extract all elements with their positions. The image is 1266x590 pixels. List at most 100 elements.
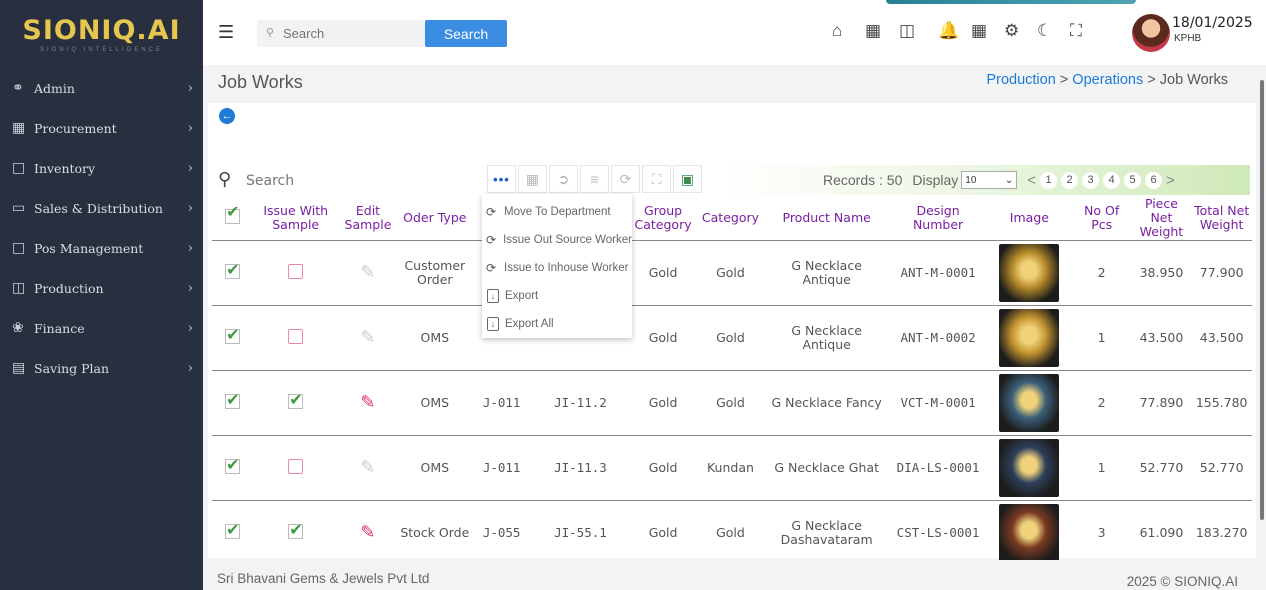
grid-apps-icon[interactable]: ▦ [865,21,881,41]
bell-icon[interactable]: 🔔 [938,21,959,41]
table-row[interactable]: ✎Stock OrdeJ-055JI-55.1GoldGoldG Necklac… [212,499,1252,565]
top-search-input[interactable] [257,20,425,47]
filter-icon[interactable]: ≡ [580,165,609,193]
page-4[interactable]: 4 [1103,171,1121,189]
header-piece-net-weight[interactable]: Piece Net Weight [1132,197,1192,240]
edit-sample-cell[interactable]: ✎ [338,369,398,435]
row-select-cell[interactable] [212,434,254,500]
menu-move-to-department[interactable]: ⟳ Move To Department [482,198,632,226]
header-design-number[interactable]: Design Number [889,197,987,240]
select-all-header[interactable] [212,197,253,240]
image-cell[interactable] [986,304,1072,370]
menu-issue-out-source-worker[interactable]: ⟳ Issue Out Source Worker [482,226,632,254]
page-6[interactable]: 6 [1145,171,1163,189]
edit-sample-cell[interactable]: ✎ [338,304,398,370]
header-image[interactable]: Image [987,197,1072,240]
hamburger-menu-icon[interactable]: ☰ [218,22,234,43]
column-chooser-icon[interactable]: ▦ [518,165,547,193]
edit-sample-cell[interactable]: ✎ [338,239,398,305]
ticket-icon[interactable]: ◫ [899,21,915,41]
header-product-name[interactable]: Product Name [764,197,889,240]
row-select-checkbox[interactable] [225,520,241,539]
issue-with-sample-cell[interactable] [253,369,339,435]
issue-with-sample-checkbox[interactable] [288,263,304,279]
sidebar-item-saving-plan[interactable]: ▤ Saving Plan › [0,348,203,388]
moon-icon[interactable]: ☾ [1037,21,1052,41]
issue-with-sample-checkbox[interactable] [288,328,304,344]
sidebar-item-production[interactable]: ◫ Production › [0,268,203,308]
row-select-checkbox[interactable] [225,260,241,279]
sidebar-item-admin[interactable]: ⚭ Admin › [0,68,203,108]
product-thumbnail[interactable] [999,243,1060,302]
table-row[interactable]: ✎OMSJ-011JI-11.2GoldGoldG Necklace Fancy… [212,369,1252,435]
breadcrumb-production[interactable]: Production [986,72,1055,88]
page-3[interactable]: 3 [1082,171,1100,189]
pencil-icon[interactable]: ✎ [360,392,375,413]
home-icon[interactable]: ⌂ [832,21,842,41]
more-options-button[interactable]: ••• [487,165,516,193]
row-select-cell[interactable] [212,304,254,370]
header-category[interactable]: Category [697,197,764,240]
table-row[interactable]: ✎Customer OrderGoldGoldG Necklace Antiqu… [212,239,1252,305]
top-search-button[interactable]: Search [425,20,507,47]
header-no-of-pcs[interactable]: No Of Pcs [1072,197,1132,240]
row-select-cell[interactable] [212,239,254,305]
apps-icon[interactable]: ▦ [971,21,987,41]
sidebar-item-sales-distribution[interactable]: ▭ Sales & Distribution › [0,188,203,228]
header-total-net-weight[interactable]: Total Net Weight [1191,197,1252,240]
brand-logo[interactable]: SIONIQ.AI SIONIQ INTELLIGENCE [0,0,203,68]
row-select-checkbox[interactable] [225,455,241,474]
pencil-icon[interactable]: ✎ [360,457,375,478]
issue-with-sample-checkbox[interactable] [288,520,304,539]
product-thumbnail[interactable] [999,503,1060,562]
fullscreen-icon[interactable]: ⛶ [1070,21,1082,41]
pin-icon[interactable]: ➲ [549,165,578,193]
table-row[interactable]: ✎ OMSJ-011JI-11.3GoldKundanG Necklace Gha… [212,434,1252,500]
page-1[interactable]: 1 [1040,171,1058,189]
edit-sample-cell[interactable]: ✎ [338,499,398,565]
edit-sample-cell[interactable]: ✎ [338,434,398,500]
page-2[interactable]: 2 [1061,171,1079,189]
image-cell[interactable] [986,369,1072,435]
header-order-type[interactable]: Oder Type [398,197,472,240]
product-thumbnail[interactable] [999,308,1060,367]
display-page-size-select[interactable]: 10 ⌄ [961,171,1018,189]
menu-export[interactable]: ↓ Export [482,282,632,310]
sidebar-item-pos-management[interactable]: □ Pos Management › [0,228,203,268]
page-scrollbar[interactable] [1260,80,1264,520]
row-select-cell[interactable] [212,499,254,565]
sidebar-item-finance[interactable]: ❀ Finance › [0,308,203,348]
issue-with-sample-cell[interactable] [253,499,339,565]
row-select-checkbox[interactable] [225,325,241,344]
pencil-icon[interactable]: ✎ [360,327,375,348]
page-5[interactable]: 5 [1124,171,1142,189]
menu-export-all[interactable]: ↓ Export All [482,310,632,338]
grid-search-input[interactable] [246,168,476,194]
image-view-icon[interactable]: ▣ [673,165,702,193]
avatar[interactable] [1132,14,1170,52]
product-thumbnail[interactable] [999,438,1060,497]
breadcrumb-operations[interactable]: Operations [1072,72,1143,88]
issue-with-sample-cell[interactable] [253,304,339,370]
back-arrow-icon[interactable]: ← [219,108,235,124]
expand-icon[interactable]: ⛶ [642,165,671,193]
gear-icon[interactable]: ⚙ [1004,21,1019,41]
pencil-icon[interactable]: ✎ [360,522,375,543]
prev-page-icon[interactable]: < [1027,172,1036,189]
refresh-icon[interactable]: ⟳ [611,165,640,193]
product-thumbnail[interactable] [999,373,1060,432]
header-edit-sample[interactable]: Edit Sample [338,197,398,240]
sidebar-item-procurement[interactable]: ▦ Procurement › [0,108,203,148]
next-page-icon[interactable]: > [1166,172,1175,189]
table-row[interactable]: ✎OMSGoldGoldG Necklace AntiqueANT-M-0002… [212,304,1252,370]
issue-with-sample-checkbox[interactable] [288,458,304,474]
issue-with-sample-checkbox[interactable] [288,390,304,409]
row-select-checkbox[interactable] [225,390,241,409]
menu-issue-to-inhouse-worker[interactable]: ⟳ Issue to Inhouse Worker [482,254,632,282]
header-group-category[interactable]: Group Category [629,197,696,240]
sidebar-item-inventory[interactable]: □ Inventory › [0,148,203,188]
image-cell[interactable] [986,239,1072,305]
header-issue-with-sample[interactable]: Issue With Sample [253,197,338,240]
image-cell[interactable] [986,499,1072,565]
image-cell[interactable] [986,434,1072,500]
